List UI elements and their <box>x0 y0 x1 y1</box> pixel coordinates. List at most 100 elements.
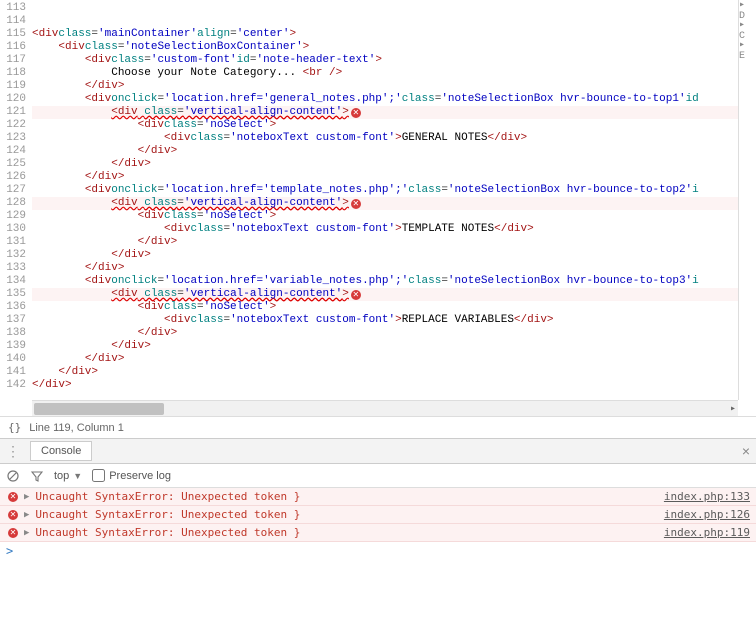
devtools-tab-bar: ⋮ Console × <box>0 438 756 464</box>
cursor-position: Line 119, Column 1 <box>29 422 124 434</box>
code-line[interactable]: <div class='noSelect'> <box>32 301 756 314</box>
code-line[interactable]: </div> <box>32 327 756 340</box>
code-line[interactable]: <div class='noSelect'> <box>32 119 756 132</box>
code-line[interactable]: <div class='noteboxText custom-font'>TEM… <box>32 223 756 236</box>
code-line[interactable]: Choose your Note Category... <br /> <box>32 67 756 80</box>
code-line[interactable]: <div class='noteboxText custom-font'>GEN… <box>32 132 756 145</box>
console-toolbar: top ▼ Preserve log <box>0 464 756 488</box>
filter-icon[interactable] <box>30 469 44 483</box>
status-bar: {} Line 119, Column 1 <box>0 416 756 438</box>
code-line[interactable]: <div class='noSelect'> <box>32 210 756 223</box>
code-line[interactable]: <div onclick='location.href='variable_no… <box>32 275 756 288</box>
scrollbar-thumb[interactable] <box>34 403 164 415</box>
line-number: 141 <box>0 366 26 379</box>
line-number: 118 <box>0 67 26 80</box>
error-icon: ✕ <box>351 108 361 118</box>
right-edge-toolbar: ▸ D ▸ C ▸ E <box>738 0 756 400</box>
error-icon: ✕ <box>351 290 361 300</box>
error-icon: ✕ <box>8 510 18 520</box>
line-number: 132 <box>0 249 26 262</box>
error-message: Uncaught SyntaxError: Unexpected token } <box>35 526 300 539</box>
line-number: 117 <box>0 54 26 67</box>
context-selector-label: top <box>54 470 69 482</box>
code-line[interactable]: </div> <box>32 379 756 392</box>
line-number: 131 <box>0 236 26 249</box>
code-line[interactable]: </div> <box>32 158 756 171</box>
preserve-log-checkbox[interactable]: Preserve log <box>92 469 171 482</box>
code-line[interactable]: <div class='vertical-align-content'>✕ <box>32 197 756 210</box>
code-line[interactable]: <div class='vertical-align-content'>✕ <box>32 106 756 119</box>
code-line[interactable]: </div> <box>32 171 756 184</box>
console-error-row[interactable]: ✕ ▶ Uncaught SyntaxError: Unexpected token… <box>0 488 756 506</box>
line-number: 122 <box>0 119 26 132</box>
context-selector[interactable]: top ▼ <box>54 470 82 482</box>
code-line[interactable]: <div class='mainContainer' align='center… <box>32 28 756 41</box>
line-number: 113 <box>0 2 26 15</box>
error-icon: ✕ <box>8 492 18 502</box>
code-line[interactable]: <div class='noteSelectionBoxContainer'> <box>32 41 756 54</box>
code-line[interactable]: <div class='vertical-align-content'>✕ <box>32 288 756 301</box>
code-line[interactable]: </div> <box>32 340 756 353</box>
close-icon[interactable]: × <box>742 443 750 459</box>
code-line[interactable]: <div class='custom-font' id='note-header… <box>32 54 756 67</box>
line-number: 134 <box>0 275 26 288</box>
toolbar-item[interactable]: ▸ D <box>739 0 756 20</box>
toolbar-item[interactable]: ▸ C <box>739 20 756 40</box>
code-line[interactable]: </div> <box>32 249 756 262</box>
code-line[interactable]: </div> <box>32 236 756 249</box>
line-number: 142 <box>0 379 26 392</box>
line-number: 128 <box>0 197 26 210</box>
code-editor[interactable]: 1131141151161171181191201211221231241251… <box>0 0 756 400</box>
code-line[interactable]: </div> <box>32 80 756 93</box>
code-line[interactable]: <div onclick='location.href='template_no… <box>32 184 756 197</box>
line-number: 138 <box>0 327 26 340</box>
line-number: 114 <box>0 15 26 28</box>
console-error-row[interactable]: ✕ ▶ Uncaught SyntaxError: Unexpected token… <box>0 506 756 524</box>
line-number: 124 <box>0 145 26 158</box>
line-number: 140 <box>0 353 26 366</box>
line-number: 115 <box>0 28 26 41</box>
error-source-link[interactable]: index.php:126 <box>664 508 750 521</box>
line-number: 119 <box>0 80 26 93</box>
toolbar-item[interactable]: ▸ E <box>739 40 756 60</box>
preserve-log-input[interactable] <box>92 469 105 482</box>
clear-console-icon[interactable] <box>6 469 20 483</box>
line-number: 129 <box>0 210 26 223</box>
code-content[interactable]: <div class='mainContainer' align='center… <box>32 0 756 400</box>
line-number: 126 <box>0 171 26 184</box>
prompt-chevron-icon: > <box>6 544 13 558</box>
scrollbar-arrow-right[interactable]: ▸ <box>730 403 736 415</box>
line-number: 130 <box>0 223 26 236</box>
error-source-link[interactable]: index.php:133 <box>664 490 750 503</box>
code-line[interactable]: </div> <box>32 353 756 366</box>
console-output[interactable]: ✕ ▶ Uncaught SyntaxError: Unexpected token… <box>0 488 756 542</box>
error-message: Uncaught SyntaxError: Unexpected token } <box>35 490 300 503</box>
preserve-log-label: Preserve log <box>109 470 171 482</box>
line-number: 121 <box>0 106 26 119</box>
line-number: 116 <box>0 41 26 54</box>
fold-icon[interactable]: {} <box>8 421 21 434</box>
line-number: 136 <box>0 301 26 314</box>
line-number: 125 <box>0 158 26 171</box>
code-line[interactable]: <div class='noteboxText custom-font'>REP… <box>32 314 756 327</box>
code-line[interactable]: </div> <box>32 145 756 158</box>
line-number: 123 <box>0 132 26 145</box>
error-message: Uncaught SyntaxError: Unexpected token } <box>35 508 300 521</box>
line-number-gutter: 1131141151161171181191201211221231241251… <box>0 0 32 400</box>
tab-console[interactable]: Console <box>30 441 92 461</box>
code-line[interactable]: </div> <box>32 366 756 379</box>
error-icon: ✕ <box>8 528 18 538</box>
code-line[interactable]: </div> <box>32 262 756 275</box>
error-source-link[interactable]: index.php:119 <box>664 526 750 539</box>
code-line[interactable] <box>32 392 756 400</box>
line-number: 120 <box>0 93 26 106</box>
expand-icon[interactable]: ▶ <box>24 528 29 538</box>
expand-icon[interactable]: ▶ <box>24 510 29 520</box>
expand-icon[interactable]: ▶ <box>24 492 29 502</box>
line-number: 135 <box>0 288 26 301</box>
drag-handle-icon[interactable]: ⋮ <box>6 443 20 460</box>
horizontal-scrollbar[interactable]: ▸ <box>32 400 738 416</box>
code-line[interactable]: <div onclick='location.href='general_not… <box>32 93 756 106</box>
console-prompt[interactable]: > <box>0 542 756 560</box>
console-error-row[interactable]: ✕ ▶ Uncaught SyntaxError: Unexpected token… <box>0 524 756 542</box>
